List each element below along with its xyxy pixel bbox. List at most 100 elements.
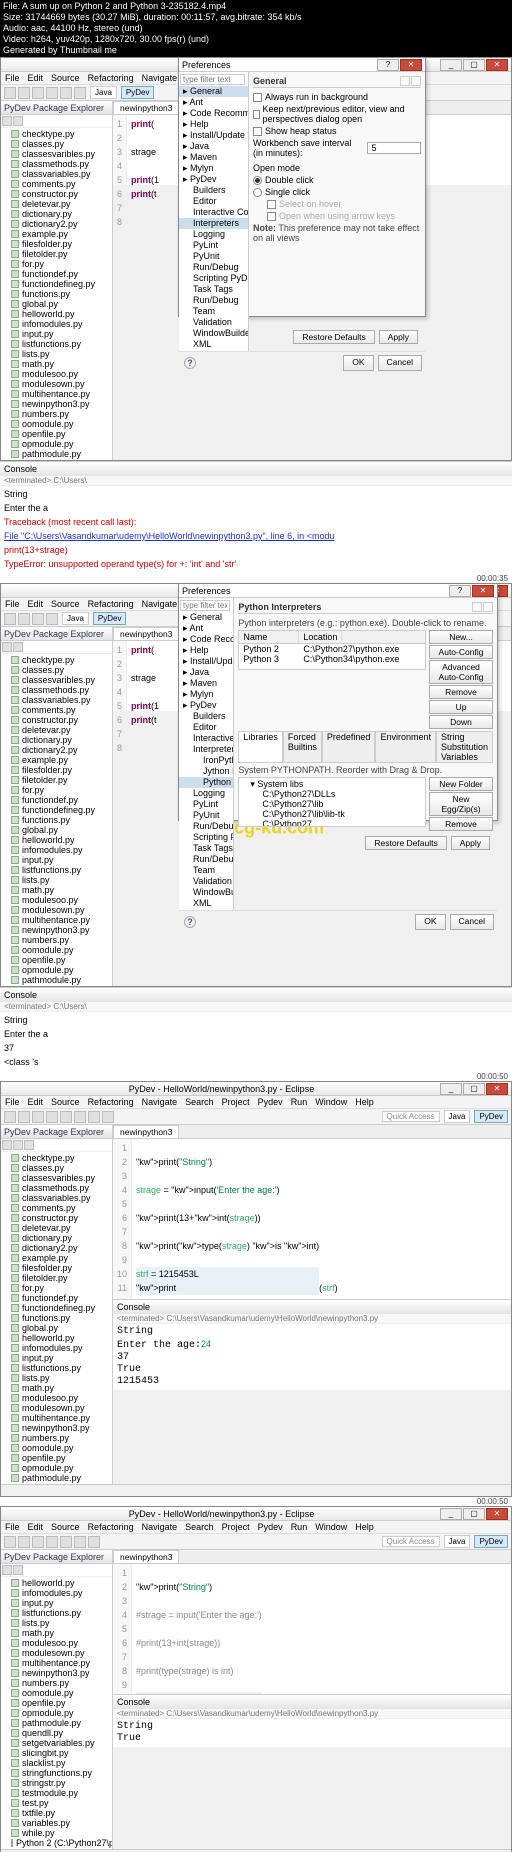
lib-removebutton[interactable]: Remove	[429, 817, 493, 831]
menu-search[interactable]: Search	[185, 1097, 214, 1107]
lib-item[interactable]: C:\Python27	[240, 819, 424, 827]
menu-refactoring[interactable]: Refactoring	[88, 1522, 134, 1532]
console-output[interactable]: StringEnter the age:2437True1215453	[113, 1324, 511, 1390]
prefs-node[interactable]: PyLint	[179, 240, 248, 251]
lib-item[interactable]: C:\Python27\DLLs	[240, 789, 424, 799]
tree-item[interactable]: slicingbit.py	[1, 1748, 112, 1758]
prefs-close-button[interactable]: ✕	[472, 585, 494, 597]
prefs-node[interactable]: Scripting PyDev	[179, 832, 233, 843]
menu-project[interactable]: Project	[222, 1097, 250, 1107]
tab-predefined[interactable]: Predefined	[322, 731, 376, 762]
prefs-node[interactable]: Editor	[179, 196, 248, 207]
tool-icon[interactable]	[32, 613, 44, 625]
tree-item[interactable]: listfunctions.py	[1, 1608, 112, 1618]
tree-item[interactable]: quendll.py	[1, 1728, 112, 1738]
tree-item[interactable]: classes.py	[1, 665, 112, 675]
tree-item[interactable]: functiondefineg.py	[1, 805, 112, 815]
menu-file[interactable]: File	[5, 1097, 20, 1107]
menu-edit[interactable]: Edit	[28, 1097, 44, 1107]
package-tree[interactable]: checktype.pyclasses.pyclassesvaribles.py…	[1, 654, 112, 986]
tree-item[interactable]: infomodules.py	[1, 845, 112, 855]
code-editor[interactable]: "kw">print("String")strage = "kw">input(…	[132, 1139, 323, 1299]
prefs-node[interactable]: Interpreters	[179, 218, 248, 229]
lib-item[interactable]: C:\Python27\lib	[240, 799, 424, 809]
tree-item[interactable]: multihentance.py	[1, 389, 112, 399]
tree-item[interactable]: filetolder.py	[1, 775, 112, 785]
prefs-help-icon[interactable]: ?	[449, 585, 471, 597]
tree-item[interactable]: numbers.py	[1, 1678, 112, 1688]
tree-item[interactable]: filesfolder.py	[1, 765, 112, 775]
menu-navigate[interactable]: Navigate	[142, 599, 178, 609]
save-interval-input[interactable]: 5	[367, 142, 421, 154]
tool-icon[interactable]	[102, 1111, 114, 1123]
close-button[interactable]: ✕	[486, 1508, 508, 1520]
menu-edit[interactable]: Edit	[28, 1522, 44, 1532]
prefs-node[interactable]: Interactive Console	[179, 207, 248, 218]
tool-icon[interactable]	[18, 87, 30, 99]
prefs-node[interactable]: ▸ Java	[179, 141, 248, 152]
help-icon[interactable]: ?	[184, 916, 196, 928]
tree-item[interactable]: newinpython3.py	[1, 399, 112, 409]
cancel-button[interactable]: Cancel	[378, 355, 422, 371]
tree-item[interactable]: openfile.py	[1, 955, 112, 965]
checkbox-always-run-bg[interactable]	[253, 93, 262, 102]
tree-item[interactable]: stringfunctions.py	[1, 1768, 112, 1778]
tree-item[interactable]: listfunctions.py	[1, 339, 112, 349]
tree-item[interactable]: infomodules.py	[1, 1343, 112, 1353]
prefs-node[interactable]: ▸ PyDev	[179, 174, 248, 185]
tab-environment[interactable]: Environment	[375, 731, 436, 762]
prefs-filter-input[interactable]	[180, 600, 230, 611]
maximize-button[interactable]: ▢	[463, 59, 485, 71]
prefs-node[interactable]: Team	[179, 865, 233, 876]
tree-item[interactable]: lists.py	[1, 875, 112, 885]
save-icon[interactable]	[18, 1536, 30, 1548]
tree-item[interactable]: dictionary.py	[1, 209, 112, 219]
prefs-node[interactable]: Builders	[179, 185, 248, 196]
tree-item[interactable]: dictionary2.py	[1, 1243, 112, 1253]
debug-icon[interactable]	[46, 1536, 58, 1548]
menu-refactoring[interactable]: Refactoring	[88, 73, 134, 83]
tree-item[interactable]: classvariables.py	[1, 695, 112, 705]
tree-item[interactable]: functiondef.py	[1, 795, 112, 805]
tree-item[interactable]: helloworld.py	[1, 835, 112, 845]
tree-item[interactable]: newinpython3.py	[1, 925, 112, 935]
menu-edit[interactable]: Edit	[28, 73, 44, 83]
prefs-node[interactable]: Jython Interpreter	[179, 766, 233, 777]
tree-item[interactable]: modulesown.py	[1, 1648, 112, 1658]
tree-item[interactable]: deletevar.py	[1, 1223, 112, 1233]
tree-item[interactable]: opmodule.py	[1, 1708, 112, 1718]
tree-item[interactable]: oomodule.py	[1, 1688, 112, 1698]
tree-item[interactable]: lists.py	[1, 1373, 112, 1383]
tree-item[interactable]: input.py	[1, 329, 112, 339]
tree-item[interactable]: test.py	[1, 1798, 112, 1808]
prefs-node[interactable]: ▸ Maven	[179, 678, 233, 689]
tree-item[interactable]: openfile.py	[1, 429, 112, 439]
menu-refactoring[interactable]: Refactoring	[88, 1097, 134, 1107]
prefs-node[interactable]: Run/Debug	[179, 262, 248, 273]
tree-item[interactable]: newinpython3.py	[1, 1423, 112, 1433]
tree-item[interactable]: listfunctions.py	[1, 1363, 112, 1373]
lib-item[interactable]: C:\Python27\lib\lib-tk	[240, 809, 424, 819]
tree-item[interactable]: functiondef.py	[1, 1293, 112, 1303]
menu-run[interactable]: Run	[291, 1522, 308, 1532]
tree-item[interactable]: functions.py	[1, 289, 112, 299]
tree-item[interactable]: opmodule.py	[1, 1463, 112, 1473]
help-icon[interactable]: ?	[184, 357, 196, 369]
radio-double-click[interactable]	[253, 176, 262, 185]
tree-item[interactable]: oomodule.py	[1, 945, 112, 955]
tree-item[interactable]: input.py	[1, 1598, 112, 1608]
tree-item[interactable]: classesvaribles.py	[1, 149, 112, 159]
tree-item[interactable]: filesfolder.py	[1, 1263, 112, 1273]
tree-item[interactable]: txtfile.py	[1, 1808, 112, 1818]
tree-item[interactable]: global.py	[1, 299, 112, 309]
tree-item[interactable]: constructor.py	[1, 1213, 112, 1223]
tree-item[interactable]: functiondefineg.py	[1, 279, 112, 289]
menu-source[interactable]: Source	[51, 1097, 80, 1107]
tree-item[interactable]: dictionary2.py	[1, 219, 112, 229]
tree-item[interactable]: classesvaribles.py	[1, 1173, 112, 1183]
prefs-node[interactable]: ▸ General	[179, 612, 233, 623]
prefs-node[interactable]: Interactive Console	[179, 733, 233, 744]
prefs-node[interactable]: PyUnit	[179, 251, 248, 262]
tree-item[interactable]: modulesown.py	[1, 1403, 112, 1413]
prefs-node[interactable]: IronPython Interpre	[179, 755, 233, 766]
